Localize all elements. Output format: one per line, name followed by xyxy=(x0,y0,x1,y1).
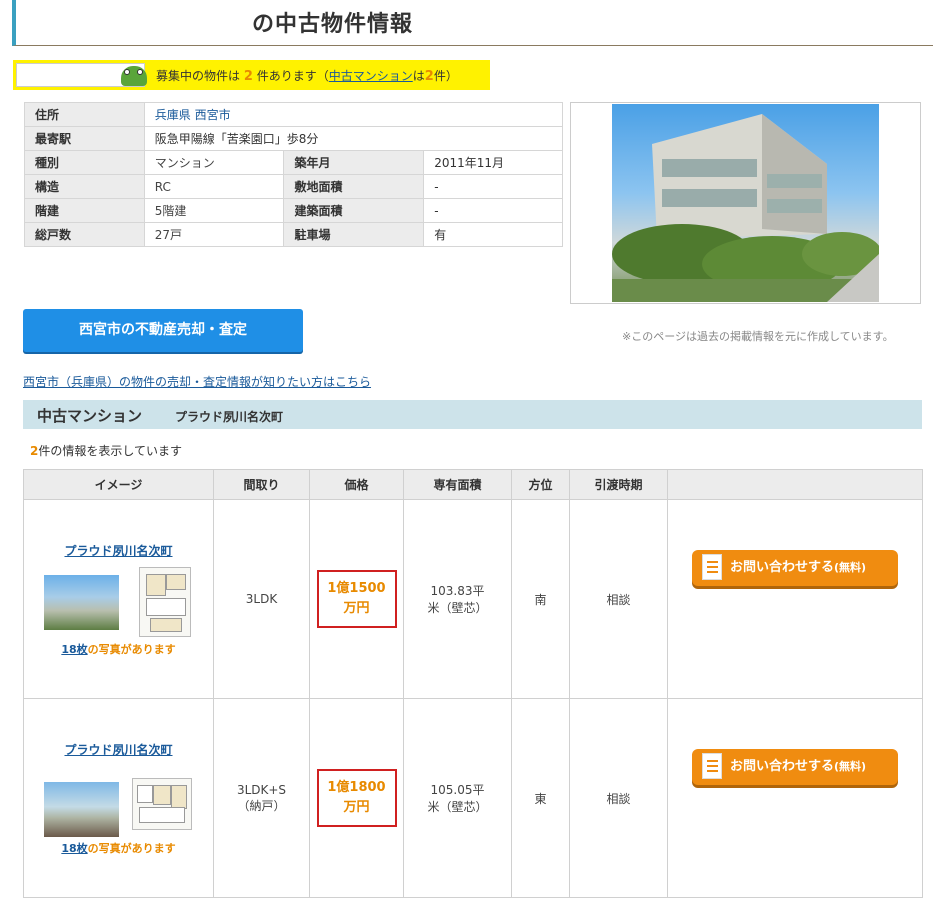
contact-button[interactable]: お問い合わせする(無料) xyxy=(692,550,898,586)
notice-count: 2 xyxy=(243,69,253,84)
property-name-link[interactable]: プラウド夙川名次町 xyxy=(64,544,172,558)
section-header: 中古マンション プラウド夙川名次町 xyxy=(23,400,922,429)
direction-cell: 南 xyxy=(511,499,570,699)
listings-header-row: イメージ 間取り 価格 専有面積 方位 引渡時期 xyxy=(23,469,923,500)
frog-mascot-icon xyxy=(121,66,147,86)
thumbnail-photo[interactable] xyxy=(43,574,119,630)
thumbnails xyxy=(43,766,194,837)
notice-text: 募集中の物件は 2 件あります（中古マンションは2件） xyxy=(156,69,458,84)
floorplan-thumbnail[interactable] xyxy=(131,777,192,830)
handover-cell: 相談 xyxy=(569,698,668,898)
price-box: 1億1800 万円 xyxy=(316,769,397,827)
area-cell: 103.83平 米（壁芯） xyxy=(403,499,512,699)
page-title: の中古物件情報 xyxy=(252,12,414,37)
listing-count-notice: 募集中の物件は 2 件あります（中古マンションは2件） xyxy=(13,60,490,90)
document-icon xyxy=(702,554,722,580)
document-icon xyxy=(702,753,722,779)
floorplan-thumbnail[interactable] xyxy=(138,566,191,637)
parking-label: 駐車場 xyxy=(283,222,425,247)
image-cell: プラウド夙川名次町 18枚の写真があります xyxy=(23,499,214,699)
price-cell: 1億1500 万円 xyxy=(309,499,404,699)
photo-count: 18枚の写真があります xyxy=(61,841,176,855)
col-direction: 方位 xyxy=(511,469,570,500)
thumbnails xyxy=(43,566,194,637)
floors-value: 5階建 xyxy=(143,198,285,223)
land-area-value: - xyxy=(423,174,563,199)
building-area-value: - xyxy=(423,198,563,223)
structure-label: 構造 xyxy=(24,174,145,199)
station-value: 阪急甲陽線「苦楽園口」歩8分 xyxy=(143,126,564,151)
photo-count-link[interactable]: 18枚 xyxy=(61,842,87,855)
page-header: の中古物件情報 xyxy=(12,0,933,46)
section-property-name: プラウド夙川名次町 xyxy=(175,410,284,424)
listings-table: イメージ 間取り 価格 専有面積 方位 引渡時期 プラウド夙川名次町 18枚の写… xyxy=(23,469,923,898)
layout-cell: 3LDK xyxy=(213,499,310,699)
sell-assessment-button[interactable]: 西宮市の不動産売却・査定 xyxy=(23,309,303,352)
col-handover: 引渡時期 xyxy=(569,469,668,500)
search-box[interactable] xyxy=(16,63,147,87)
floors-label: 階建 xyxy=(24,198,145,223)
built-label: 築年月 xyxy=(283,150,425,175)
price-cell: 1億1800 万円 xyxy=(309,698,404,898)
action-cell: お問い合わせする(無料) xyxy=(667,698,923,898)
address-label: 住所 xyxy=(24,102,145,127)
price-box: 1億1500 万円 xyxy=(316,570,397,628)
property-photo[interactable] xyxy=(612,104,879,302)
property-photo-frame xyxy=(570,102,921,304)
photo-count-link[interactable]: 18枚 xyxy=(61,643,87,656)
layout-cell: 3LDK+S （納戸） xyxy=(213,698,310,898)
used-mansion-link[interactable]: 中古マンション xyxy=(329,69,413,83)
image-cell: プラウド夙川名次町 18枚の写真があります xyxy=(23,698,214,898)
building-area-label: 建築面積 xyxy=(283,198,425,223)
built-value: 2011年11月 xyxy=(423,150,563,175)
property-name-link[interactable]: プラウド夙川名次町 xyxy=(64,743,172,757)
property-info-table: 住所 兵庫県 西宮市 最寄駅 阪急甲陽線「苦楽園口」歩8分 種別 マンション 築… xyxy=(24,102,564,247)
direction-cell: 東 xyxy=(511,698,570,898)
table-row: プラウド夙川名次町 18枚の写真があります 3LDK+S （納戸） 1億1800 万… xyxy=(23,698,923,898)
col-action xyxy=(667,469,923,500)
disclaimer-text: ※このページは過去の掲載情報を元に作成しています。 xyxy=(622,330,894,343)
sell-info-link[interactable]: 西宮市（兵庫県）の物件の売却・査定情報が知りたい方はこちら xyxy=(23,375,371,389)
col-image: イメージ xyxy=(23,469,214,500)
area-cell: 105.05平 米（壁芯） xyxy=(403,698,512,898)
land-area-label: 敷地面積 xyxy=(283,174,425,199)
handover-cell: 相談 xyxy=(569,499,668,699)
result-count: 2件の情報を表示しています xyxy=(30,444,183,458)
type-label: 種別 xyxy=(24,150,145,175)
station-label: 最寄駅 xyxy=(24,126,145,151)
parking-value: 有 xyxy=(423,222,563,247)
col-layout: 間取り xyxy=(213,469,310,500)
action-cell: お問い合わせする(無料) xyxy=(667,499,923,699)
sell-info-link-wrapper: 西宮市（兵庫県）の物件の売却・査定情報が知りたい方はこちら xyxy=(23,373,371,390)
col-area: 専有面積 xyxy=(403,469,512,500)
structure-value: RC xyxy=(143,174,285,199)
table-row: プラウド夙川名次町 18枚の写真があります 3LDK 1億1500 万円 103.… xyxy=(23,499,923,699)
address-value: 兵庫県 西宮市 xyxy=(143,102,564,127)
thumbnail-photo[interactable] xyxy=(43,781,119,837)
col-price: 価格 xyxy=(309,469,404,500)
address-link[interactable]: 兵庫県 西宮市 xyxy=(155,108,231,122)
photo-count: 18枚の写真があります xyxy=(61,642,176,656)
type-value: マンション xyxy=(143,150,285,175)
contact-button[interactable]: お問い合わせする(無料) xyxy=(692,749,898,785)
units-value: 27戸 xyxy=(143,222,285,247)
section-category: 中古マンション xyxy=(37,407,143,425)
units-label: 総戸数 xyxy=(24,222,145,247)
